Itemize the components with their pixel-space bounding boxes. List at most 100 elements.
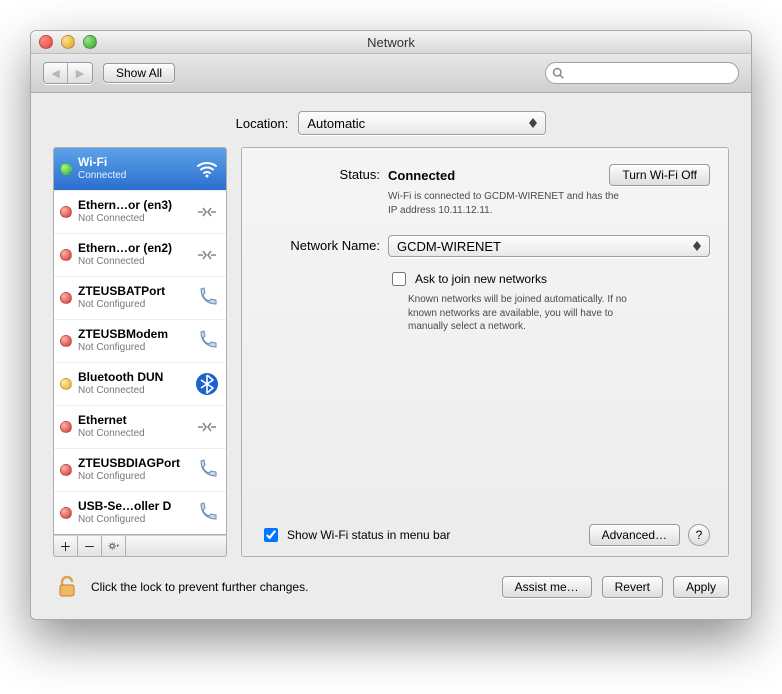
bottom-bar: Click the lock to prevent further change… (53, 557, 729, 601)
services-list-footer: ＋ － (53, 535, 227, 557)
revert-button[interactable]: Revert (602, 576, 663, 598)
service-status: Not Configured (78, 299, 188, 311)
services-list[interactable]: Wi-FiConnectedEthern…or (en3)Not Connect… (53, 147, 227, 535)
service-item[interactable]: ZTEUSBModemNot Configured (54, 320, 226, 363)
service-status: Not Connected (78, 385, 188, 397)
service-text: ZTEUSBModemNot Configured (78, 328, 188, 353)
services-sidebar: Wi-FiConnectedEthern…or (en3)Not Connect… (53, 147, 227, 557)
phone-icon (194, 285, 220, 311)
status-dot-icon (60, 378, 72, 390)
network-preferences-window: Network ◀ ▶ Show All Location: Automatic (30, 30, 752, 620)
ask-join-checkbox[interactable] (392, 272, 406, 286)
search-input[interactable] (568, 65, 732, 81)
status-dot-icon (60, 335, 72, 347)
service-item[interactable]: ZTEUSBDIAGPortNot Configured (54, 449, 226, 492)
ethernet-icon (194, 414, 220, 440)
status-description: Wi-Fi is connected to GCDM-WIRENET and h… (388, 190, 628, 217)
location-popup[interactable]: Automatic (298, 111, 546, 135)
status-label: Status: (260, 164, 380, 182)
service-status: Not Configured (78, 514, 188, 526)
service-name: ZTEUSBModem (78, 328, 188, 342)
wifi-icon (194, 156, 220, 182)
service-name: Bluetooth DUN (78, 371, 188, 385)
titlebar: Network (31, 31, 751, 54)
nav-buttons: ◀ ▶ (43, 62, 93, 84)
popup-arrows-icon (525, 112, 541, 134)
show-status-label: Show Wi-Fi status in menu bar (287, 528, 450, 542)
ethernet-icon (194, 199, 220, 225)
gear-icon (108, 540, 119, 552)
status-dot-icon (60, 464, 72, 476)
toolbar: ◀ ▶ Show All (31, 54, 751, 93)
search-field[interactable] (545, 62, 739, 84)
service-text: Ethern…or (en3)Not Connected (78, 199, 188, 224)
location-row: Location: Automatic (53, 111, 729, 135)
status-dot-icon (60, 421, 72, 433)
help-button[interactable]: ? (688, 524, 710, 546)
service-text: Bluetooth DUNNot Connected (78, 371, 188, 396)
ask-join-label: Ask to join new networks (415, 272, 547, 286)
detail-panel: Status: Connected Turn Wi-Fi Off Wi-Fi i… (241, 147, 729, 557)
service-item[interactable]: Wi-FiConnected (54, 148, 226, 191)
service-actions-button[interactable] (102, 536, 126, 556)
phone-icon (194, 500, 220, 526)
content: Location: Automatic Wi-FiConnectedEthern… (31, 93, 751, 619)
service-item[interactable]: EthernetNot Connected (54, 406, 226, 449)
show-status-checkbox[interactable] (264, 528, 278, 542)
phone-icon (194, 457, 220, 483)
service-name: USB-Se…oller D (78, 500, 188, 514)
back-button[interactable]: ◀ (44, 63, 68, 83)
network-name-popup[interactable]: GCDM-WIRENET (388, 235, 710, 257)
service-status: Not Configured (78, 342, 188, 354)
service-status: Not Connected (78, 428, 188, 440)
status-dot-icon (60, 507, 72, 519)
add-service-button[interactable]: ＋ (54, 536, 78, 556)
service-status: Connected (78, 170, 188, 182)
assist-me-button[interactable]: Assist me… (502, 576, 592, 598)
status-dot-icon (60, 292, 72, 304)
service-text: EthernetNot Connected (78, 414, 188, 439)
service-name: Wi-Fi (78, 156, 188, 170)
service-text: Wi-FiConnected (78, 156, 188, 181)
network-name-label: Network Name: (260, 235, 380, 253)
service-status: Not Configured (78, 471, 188, 483)
service-text: ZTEUSBDIAGPortNot Configured (78, 457, 188, 482)
wifi-toggle-button[interactable]: Turn Wi-Fi Off (609, 164, 710, 186)
service-text: USB-Se…oller DNot Configured (78, 500, 188, 525)
popup-arrows-icon (689, 236, 705, 256)
service-item[interactable]: Ethern…or (en2)Not Connected (54, 234, 226, 277)
show-all-button[interactable]: Show All (103, 63, 175, 83)
service-name: Ethern…or (en2) (78, 242, 188, 256)
ethernet-icon (194, 242, 220, 268)
status-dot-icon (60, 163, 72, 175)
service-item[interactable]: ZTEUSBATPortNot Configured (54, 277, 226, 320)
service-name: ZTEUSBDIAGPort (78, 457, 188, 471)
phone-icon (194, 328, 220, 354)
service-text: Ethern…or (en2)Not Connected (78, 242, 188, 267)
location-value: Automatic (307, 116, 365, 131)
window-title: Network (31, 35, 751, 50)
location-label: Location: (236, 116, 289, 131)
remove-service-button[interactable]: － (78, 536, 102, 556)
service-name: Ethernet (78, 414, 188, 428)
status-value: Connected (388, 168, 455, 183)
service-item[interactable]: Ethern…or (en3)Not Connected (54, 191, 226, 234)
network-name-value: GCDM-WIRENET (397, 239, 501, 254)
lock-text: Click the lock to prevent further change… (91, 580, 308, 594)
search-icon (552, 67, 564, 79)
service-status: Not Connected (78, 256, 188, 268)
service-item[interactable]: USB-Se…oller DNot Configured (54, 492, 226, 534)
apply-button[interactable]: Apply (673, 576, 729, 598)
service-text: ZTEUSBATPortNot Configured (78, 285, 188, 310)
advanced-button[interactable]: Advanced… (589, 524, 680, 546)
bluetooth-icon (194, 371, 220, 397)
service-name: ZTEUSBATPort (78, 285, 188, 299)
service-status: Not Connected (78, 213, 188, 225)
lock-icon[interactable] (53, 573, 81, 601)
ask-join-description: Known networks will be joined automatica… (408, 293, 648, 334)
forward-button[interactable]: ▶ (68, 63, 92, 83)
status-dot-icon (60, 249, 72, 261)
service-name: Ethern…or (en3) (78, 199, 188, 213)
service-item[interactable]: Bluetooth DUNNot Connected (54, 363, 226, 406)
status-dot-icon (60, 206, 72, 218)
